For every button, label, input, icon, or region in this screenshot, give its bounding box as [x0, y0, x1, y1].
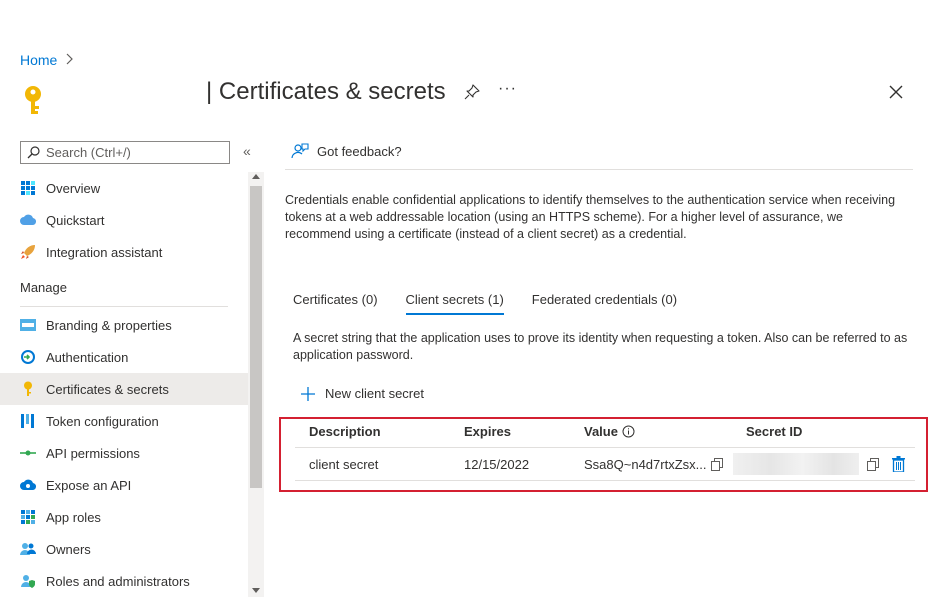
sidebar-item-roles-administrators[interactable]: Roles and administrators: [0, 565, 248, 597]
users-icon: [20, 541, 36, 557]
grid-icon: [20, 180, 36, 196]
sidebar-item-label: Integration assistant: [46, 244, 163, 260]
sidebar-divider: [20, 306, 228, 307]
sidebar-item-label: Owners: [46, 541, 91, 557]
close-icon[interactable]: [888, 84, 904, 100]
cloud-api-icon: [20, 477, 36, 493]
sidebar-item-integration-assistant[interactable]: Integration assistant: [0, 236, 248, 268]
sidebar-item-label: Roles and administrators: [46, 573, 190, 589]
client-secrets-description: A secret string that the application use…: [293, 331, 908, 362]
tab-federated-credentials[interactable]: Federated credentials (0): [532, 292, 677, 315]
secret-id-redacted: [733, 453, 859, 475]
sidebar-item-app-roles[interactable]: App roles: [0, 501, 248, 533]
page-header: | Certificates & secrets ···: [0, 78, 932, 114]
credential-tabs: Certificates (0) Client secrets (1) Fede…: [293, 292, 705, 315]
scroll-up-arrow-icon[interactable]: [252, 174, 260, 179]
sidebar-item-label: App roles: [46, 509, 101, 525]
token-bars-icon: [20, 413, 36, 429]
sidebar-item-api-permissions[interactable]: API permissions: [0, 437, 248, 469]
sidebar-item-branding[interactable]: Branding & properties: [0, 309, 248, 341]
breadcrumb-home-link[interactable]: Home: [20, 52, 57, 68]
secret-description: client secret: [309, 457, 379, 472]
sidebar-item-label: Quickstart: [46, 212, 105, 228]
copy-value-icon[interactable]: [711, 458, 723, 471]
new-client-secret-button[interactable]: New client secret: [301, 386, 424, 401]
sidebar-item-label: Token configuration: [46, 413, 159, 429]
rocket-icon: [20, 244, 36, 260]
secret-expires: 12/15/2022: [464, 457, 530, 472]
sidebar-item-label: Overview: [46, 180, 101, 196]
api-arrow-icon: [20, 445, 36, 461]
sidebar-item-quickstart[interactable]: Quickstart: [0, 204, 248, 236]
tab-client-secrets[interactable]: Client secrets (1): [405, 292, 505, 315]
table-row: client secret 12/15/2022 Ssa8Q~n4d7rtxZs…: [295, 448, 915, 481]
cloud-icon: [20, 212, 36, 228]
chevron-right-icon: [65, 52, 74, 68]
sidebar-item-overview[interactable]: Overview: [0, 172, 248, 204]
breadcrumb: Home: [20, 52, 74, 68]
table-header: Description Expires Value Secret ID: [295, 420, 915, 448]
search-box[interactable]: [20, 141, 230, 164]
sidebar-item-label: Authentication: [46, 349, 129, 365]
column-header-value: Value: [584, 424, 635, 439]
sidebar-item-owners[interactable]: Owners: [0, 533, 248, 565]
sidebar: « Overview Quickstart Integration assist…: [0, 140, 264, 597]
sidebar-item-label: Certificates & secrets: [46, 381, 169, 397]
key-icon: [25, 86, 41, 114]
scrollbar-thumb[interactable]: [250, 186, 262, 488]
key-icon: [20, 381, 36, 397]
feedback-icon: [291, 143, 309, 159]
more-options-icon[interactable]: ···: [498, 80, 517, 98]
column-header-value-label: Value: [584, 424, 618, 439]
plus-icon: [301, 386, 315, 401]
sidebar-item-certificates-secrets[interactable]: Certificates & secrets: [0, 373, 248, 405]
sidebar-item-label: Branding & properties: [46, 317, 172, 333]
info-icon[interactable]: [622, 425, 635, 438]
sidebar-item-authentication[interactable]: Authentication: [0, 341, 248, 373]
branding-icon: [20, 317, 36, 333]
sidebar-scrollbar[interactable]: [248, 172, 264, 597]
search-input[interactable]: [46, 145, 216, 160]
column-header-description: Description: [309, 424, 381, 439]
sidebar-item-label: API permissions: [46, 445, 140, 461]
column-header-secret-id: Secret ID: [746, 424, 803, 439]
credentials-description: Credentials enable confidential applicat…: [285, 193, 896, 241]
sidebar-section-manage: Manage: [20, 279, 67, 295]
new-client-secret-label: New client secret: [325, 386, 424, 401]
app-roles-grid-icon: [20, 509, 36, 525]
authentication-icon: [20, 349, 36, 365]
scroll-down-arrow-icon[interactable]: [252, 588, 260, 593]
column-header-expires: Expires: [464, 424, 511, 439]
collapse-sidebar-icon[interactable]: «: [243, 143, 251, 159]
sidebar-nav: Overview Quickstart Integration assistan…: [0, 172, 248, 597]
secret-value: Ssa8Q~n4d7rtxZsx...: [584, 457, 707, 472]
client-secrets-table: Description Expires Value Secret ID clie…: [295, 420, 915, 481]
page-title: | Certificates & secrets: [206, 78, 446, 105]
divider: [285, 169, 913, 170]
delete-icon[interactable]: [892, 456, 905, 472]
sidebar-item-expose-api[interactable]: Expose an API: [0, 469, 248, 501]
admin-icon: [20, 573, 36, 589]
feedback-button[interactable]: Got feedback?: [291, 142, 402, 160]
sidebar-item-label: Expose an API: [46, 477, 132, 493]
sidebar-item-token-configuration[interactable]: Token configuration: [0, 405, 248, 437]
copy-secret-id-icon[interactable]: [867, 458, 879, 471]
feedback-label: Got feedback?: [317, 143, 402, 159]
tab-certificates[interactable]: Certificates (0): [293, 292, 378, 315]
search-icon: [27, 146, 40, 159]
pin-icon[interactable]: [464, 84, 480, 100]
